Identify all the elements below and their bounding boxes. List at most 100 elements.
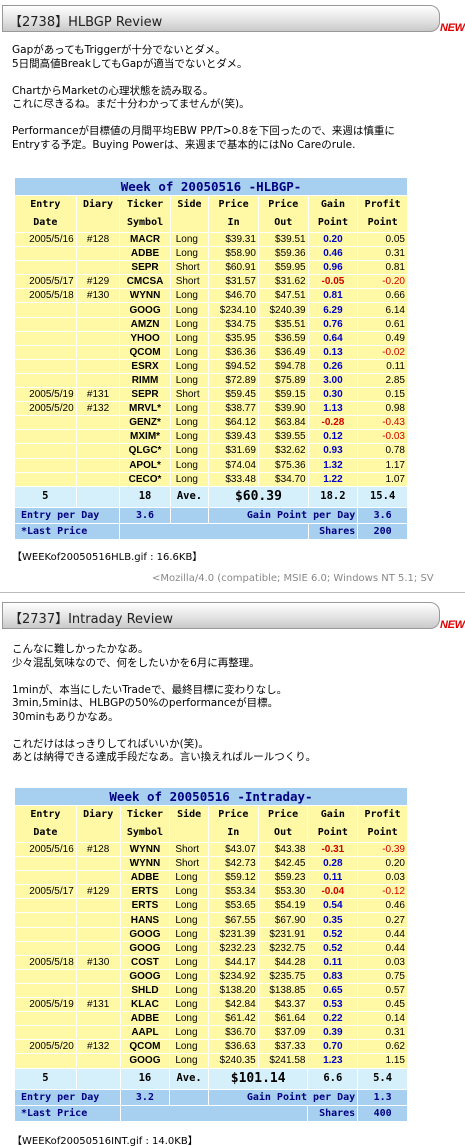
price-in-cell: $44.17 <box>207 954 259 970</box>
average-label-cell: Ave. <box>169 485 210 508</box>
profit-point-cell: 0.27 <box>357 912 408 928</box>
diary-cell <box>75 471 121 487</box>
price-out-cell: $53.30 <box>257 884 309 900</box>
table-header-row: Entry Date Diary Ticker Symbol Side Price In Pri… <box>14 195 408 233</box>
entry-date-cell <box>14 968 77 984</box>
column-header-line: Price <box>268 199 299 210</box>
table-row: CECO* Long $33.48 $34.70 1.22 1.07 <box>14 471 408 487</box>
entry-date-cell <box>14 316 77 332</box>
side-cell: Long <box>169 443 210 459</box>
price-in-cell: $34.75 <box>208 316 259 332</box>
diary-cell <box>75 302 121 318</box>
shares-label: Shares <box>307 1104 359 1122</box>
column-header: Entry Date <box>14 805 77 843</box>
table-title-row: Week of 20050516 -Intraday- <box>14 787 408 806</box>
column-header: Gain Point <box>307 195 359 233</box>
ticker-cell: SEPR <box>119 260 171 276</box>
ticker-cell: GOOG <box>119 926 171 942</box>
entry-date-cell <box>14 429 77 445</box>
price-out-cell: $39.51 <box>257 231 309 248</box>
side-cell: Long <box>169 344 210 360</box>
post-title[interactable]: 【2738】HLBGP Review <box>9 11 162 30</box>
side-cell: Long <box>169 372 210 389</box>
table-row: RIMM Long $72.89 $75.89 3.00 2.85 <box>14 372 408 389</box>
price-in-cell: $36.63 <box>207 1039 259 1055</box>
ticker-cell: ADBE <box>119 1011 171 1027</box>
price-out-cell: $54.19 <box>257 898 309 914</box>
ticker-cell: QLGC* <box>119 443 171 459</box>
diary-cell <box>75 443 121 459</box>
image-caption[interactable]: 【WEEKof20050516INT.gif : 14.0KB】 <box>12 1132 198 1146</box>
column-header-line: Symbol <box>126 827 163 838</box>
side-cell: Long <box>169 415 210 431</box>
price-out-cell: $232.75 <box>257 940 309 956</box>
body-line: 30minもありかなあ。 <box>12 710 119 723</box>
gain-point-cell: -0.04 <box>307 884 359 900</box>
ticker-cell: GENZ* <box>119 415 171 431</box>
price-in-cell: $35.95 <box>208 330 259 346</box>
diary-cell <box>75 415 121 431</box>
profit-point-cell: 0.61 <box>357 316 408 332</box>
column-header-line: Profit <box>364 809 401 820</box>
price-in-cell: $43.07 <box>207 841 259 858</box>
table-row: 2005/5/17 #129 ERTS Long $53.34 $53.30 -0.04 -0… <box>14 884 408 900</box>
price-in-cell: $53.34 <box>207 884 259 900</box>
side-cell: Long <box>169 1039 209 1055</box>
profit-point-cell: 0.20 <box>357 856 408 872</box>
price-out-cell: $42.45 <box>257 856 309 872</box>
entry-date-cell: 2005/5/18 <box>14 288 77 304</box>
last-price-note: *Last Price <box>13 522 121 540</box>
side-cell: Long <box>169 1025 209 1041</box>
column-header: Ticker Symbol <box>119 805 171 843</box>
entry-date-cell: 2005/5/16 <box>14 841 77 858</box>
entry-date-cell: 2005/5/16 <box>14 231 77 248</box>
diary-cell <box>75 912 121 928</box>
entry-per-day-value: 3.2 <box>119 1088 171 1106</box>
table-row: SEPR Short $60.91 $59.95 0.96 0.81 <box>14 260 408 276</box>
new-badge: NEW <box>440 22 465 34</box>
column-header-line: Ticker <box>126 809 163 820</box>
diary-cell <box>75 1011 121 1027</box>
diary-cell <box>75 260 121 276</box>
diary-cell <box>75 1053 121 1069</box>
gain-point-cell: -0.28 <box>307 415 359 431</box>
price-out-cell: $75.36 <box>257 457 309 473</box>
profit-point-cell: 0.03 <box>357 954 408 970</box>
body-line: ChartからMarketの心理状態を読み取る。 <box>12 84 214 97</box>
image-caption[interactable]: 【WEEKof20050516HLB.gif : 16.6KB】 <box>12 548 202 563</box>
trade-table-hlbgp: Week of 20050516 -HLBGP- Entry Date Diary Ti… <box>13 177 408 540</box>
ticker-cell: SHLD <box>119 982 171 999</box>
profit-point-cell: -0.12 <box>357 884 408 900</box>
trade-table-intraday: Week of 20050516 -Intraday- Entry Date Diar… <box>14 787 408 1122</box>
body-line: 1minが、本当にしたいTradeで、最終目標に変わりなし。 <box>12 683 288 696</box>
entry-date-cell <box>14 358 77 374</box>
column-header-line: In <box>227 827 240 838</box>
column-header-line: Entry <box>30 809 61 820</box>
table-row: GOOG Long $232.23 $232.75 0.52 0.44 <box>14 940 408 956</box>
entry-date-cell <box>14 260 77 276</box>
entry-date-cell <box>14 1025 77 1041</box>
ticker-cell: ERTS <box>119 898 171 914</box>
total-gain-cell: 18.2 <box>307 485 359 508</box>
post-title[interactable]: 【2737】Intraday Review <box>9 608 173 627</box>
price-out-cell: $59.95 <box>257 260 309 276</box>
gain-point-cell: 0.12 <box>307 429 359 445</box>
body-line <box>12 112 462 126</box>
column-header: Diary <box>75 195 121 233</box>
price-in-cell: $42.84 <box>207 997 259 1013</box>
profit-point-cell: 1.07 <box>357 471 408 487</box>
column-header-line <box>79 214 118 232</box>
ticker-cell: AAPL <box>119 1025 171 1041</box>
column-header-line: Point <box>317 217 348 228</box>
totals-row: 5 16 Ave. $101.14 6.6 5.4 <box>14 1067 408 1090</box>
column-header-line: In <box>227 217 240 228</box>
gain-point-cell: 1.32 <box>307 457 359 473</box>
gain-point-cell: 0.22 <box>307 1011 359 1027</box>
side-cell: Long <box>169 401 210 417</box>
shares-label: Shares <box>307 522 359 540</box>
price-in-cell: $72.89 <box>208 372 259 389</box>
ticker-cell: QCOM <box>119 1039 171 1055</box>
gain-point-cell: -0.31 <box>307 841 359 858</box>
price-out-cell: $231.91 <box>257 926 309 942</box>
side-cell: Long <box>169 912 209 928</box>
